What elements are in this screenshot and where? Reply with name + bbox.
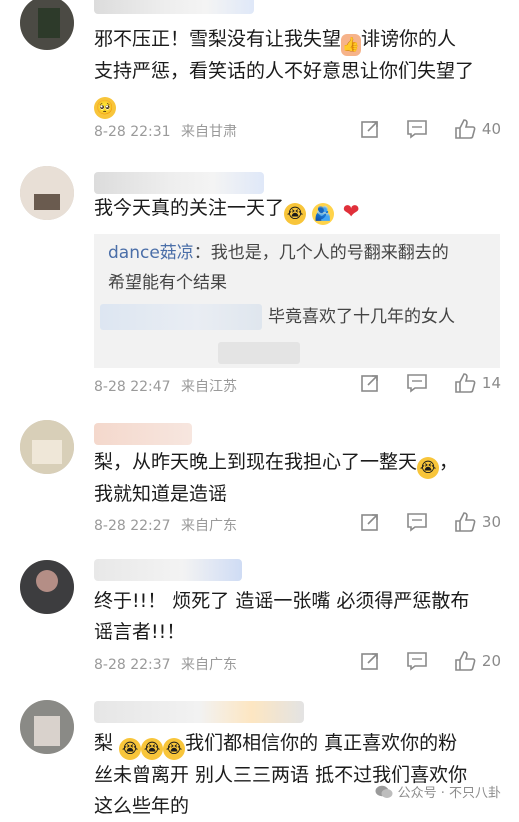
share-button[interactable] bbox=[360, 512, 380, 532]
reply-blurred-content bbox=[218, 342, 300, 364]
username-blurred[interactable] bbox=[94, 172, 264, 194]
thumbs-up-emoji: 👍 bbox=[341, 34, 362, 56]
comment-button[interactable] bbox=[406, 512, 428, 532]
thumbs-up-icon bbox=[455, 512, 476, 532]
reply-text: dance菇凉：我也是，几个人的号翻来翻去的 bbox=[108, 243, 449, 263]
like-count: 20 bbox=[481, 652, 501, 670]
crying-face-emoji: 😭 bbox=[163, 738, 186, 760]
comment-2: 我今天真的关注一天了 😭 🫂 ❤ dance菇凉：我也是，几个人的号翻来翻去的 希… bbox=[0, 160, 519, 405]
comment-4: 终于!!！ 烦死了 造谣一张嘴 必须得严惩散布 谣言者!!！ 8-28 22:3… bbox=[0, 555, 519, 685]
comment-meta: 8-28 22:47 来自江苏 bbox=[94, 376, 237, 396]
share-icon bbox=[361, 653, 378, 670]
comment-text: 梨 😭 😭 😭 我们都相信你的 真正喜欢你的粉 丝未曾离开 别人三三两语 抵不过我们喜… bbox=[94, 732, 468, 817]
avatar[interactable] bbox=[20, 700, 74, 754]
comment-icon bbox=[407, 513, 427, 532]
crying-face-emoji: 😭 bbox=[141, 738, 164, 760]
avatar[interactable] bbox=[20, 166, 74, 220]
comment-icon bbox=[407, 374, 427, 393]
avatar[interactable] bbox=[20, 420, 74, 474]
share-icon bbox=[361, 514, 378, 531]
timestamp: 8-28 22:47 bbox=[94, 379, 171, 395]
wechat-icon bbox=[375, 785, 393, 798]
timestamp: 8-28 22:37 bbox=[94, 657, 171, 673]
crying-face-emoji: 😭 bbox=[119, 738, 142, 760]
avatar[interactable] bbox=[20, 0, 74, 50]
avatar[interactable] bbox=[20, 560, 74, 614]
comment-button[interactable] bbox=[406, 119, 428, 139]
timestamp: 8-28 22:31 bbox=[94, 124, 171, 140]
crying-face-emoji: 😭 bbox=[284, 203, 307, 225]
location: 来自江苏 bbox=[181, 379, 238, 395]
comment-1: 邪不压正！雪梨没有让我失望👍诽谤你的人 支持严惩，看笑话的人不好意思让你们失望了… bbox=[0, 0, 519, 150]
like-button[interactable]: 20 bbox=[454, 650, 501, 672]
comment-button[interactable] bbox=[406, 651, 428, 671]
crying-face-emoji: 😭 bbox=[417, 457, 440, 479]
comment-text: 我今天真的关注一天了 😭 🫂 ❤ bbox=[94, 193, 504, 225]
location: 来自广东 bbox=[181, 657, 238, 673]
like-count: 40 bbox=[481, 120, 501, 138]
comment-text: 邪不压正！雪梨没有让我失望👍诽谤你的人 支持严惩，看笑话的人不好意思让你们失望了… bbox=[94, 24, 504, 119]
share-button[interactable] bbox=[360, 119, 380, 139]
reply-text: 毕竟喜欢了十几年的女人 bbox=[268, 307, 455, 327]
comment-meta: 8-28 22:31 来自甘肃 bbox=[94, 121, 237, 141]
reply-box[interactable]: dance菇凉：我也是，几个人的号翻来翻去的 希望能有个结果 毕竟喜欢了十几年的… bbox=[94, 234, 500, 368]
hugging-figure-emoji: 🫂 bbox=[312, 203, 335, 225]
comment-actions: 14 bbox=[334, 372, 501, 394]
comment-meta: 8-28 22:37 来自广东 bbox=[94, 654, 237, 674]
username-blurred[interactable] bbox=[94, 423, 192, 445]
reply-username-blurred[interactable] bbox=[100, 304, 262, 330]
comment-icon bbox=[407, 652, 427, 671]
share-icon bbox=[361, 121, 378, 138]
reply-username[interactable]: dance菇凉 bbox=[108, 243, 194, 263]
username-blurred[interactable] bbox=[94, 559, 242, 581]
like-button[interactable]: 40 bbox=[454, 118, 501, 140]
thumbs-up-icon bbox=[455, 651, 476, 671]
comment-icon bbox=[407, 120, 427, 139]
pleading-face-emoji: 🥺 bbox=[94, 97, 116, 119]
comment-3: 梨，从昨天晚上到现在我担心了一整天 😭， 我就知道是造谣 8-28 22:27 来… bbox=[0, 415, 519, 545]
share-icon bbox=[361, 375, 378, 392]
reply-text: 希望能有个结果 bbox=[108, 273, 227, 293]
like-count: 14 bbox=[481, 374, 501, 392]
comment-text: 梨，从昨天晚上到现在我担心了一整天 😭， 我就知道是造谣 bbox=[94, 451, 459, 505]
watermark: 公众号 · 不只八卦 bbox=[375, 782, 501, 801]
like-button[interactable]: 14 bbox=[454, 372, 501, 394]
share-button[interactable] bbox=[360, 651, 380, 671]
location: 来自甘肃 bbox=[181, 124, 238, 140]
timestamp: 8-28 22:27 bbox=[94, 518, 171, 534]
comment-text: 终于!!！ 烦死了 造谣一张嘴 必须得严惩散布 谣言者!!！ bbox=[94, 590, 470, 643]
location: 来自广东 bbox=[181, 518, 238, 534]
like-count: 30 bbox=[481, 513, 501, 531]
username-blurred[interactable] bbox=[94, 0, 254, 14]
comment-actions: 20 bbox=[334, 650, 501, 672]
red-heart-emoji: ❤ bbox=[342, 199, 360, 223]
comment-button[interactable] bbox=[406, 373, 428, 393]
like-button[interactable]: 30 bbox=[454, 511, 501, 533]
watermark-text: 公众号 · 不只八卦 bbox=[397, 786, 501, 801]
share-button[interactable] bbox=[360, 373, 380, 393]
comment-meta: 8-28 22:27 来自广东 bbox=[94, 515, 237, 535]
thumbs-up-icon bbox=[455, 373, 476, 393]
thumbs-up-icon bbox=[455, 119, 476, 139]
comment-actions: 30 bbox=[334, 511, 501, 533]
username-blurred[interactable] bbox=[94, 701, 304, 723]
comment-actions: 40 bbox=[334, 118, 501, 140]
